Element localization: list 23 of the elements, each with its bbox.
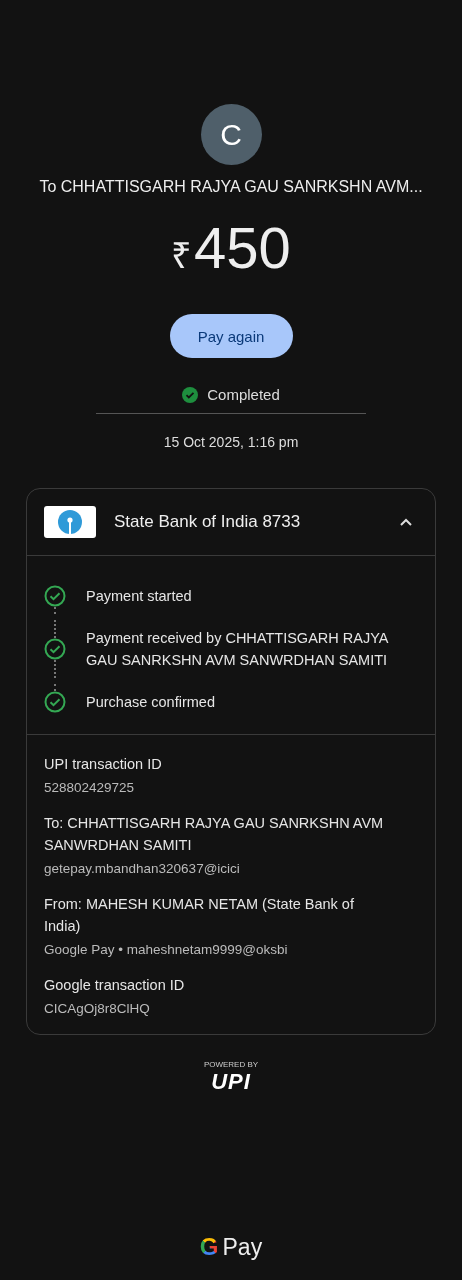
pay-again-button[interactable]: Pay again	[169, 314, 293, 358]
recipient-name: To CHHATTISGARH RAJYA GAU SANRKSHN AVM...	[39, 178, 423, 196]
chevron-icon[interactable]	[399, 517, 413, 527]
step-label: Payment received by CHHATTISGARH RAJYA GAU SANRKSHN AVM SANWRDHAN SAMITI	[86, 629, 390, 670]
bank-logo-icon	[44, 506, 96, 538]
detail-title: Google transaction ID	[44, 976, 186, 995]
step-label: Purchase confirmed	[86, 693, 216, 712]
amount: ₹450	[171, 216, 291, 282]
detail-value: 528802429725	[44, 780, 136, 795]
step-label: Payment started	[86, 587, 193, 606]
date-time: 15 Oct 2025, 1:16 pm	[163, 434, 299, 450]
status-label: Completed	[207, 386, 280, 403]
upi-logo: UPI	[211, 1071, 251, 1093]
detail-value: getepay.mbandhan320637@icici	[44, 861, 241, 876]
avatar: C	[200, 104, 262, 165]
upi-caption: POWERED BY	[203, 1061, 259, 1069]
detail-value: Google Pay • maheshnetam9999@oksbi	[44, 942, 289, 957]
detail-title: From: MAHESH KUMAR NETAM (State Bank of India)	[44, 895, 355, 936]
detail-title: UPI transaction ID	[44, 755, 163, 774]
pay-wordmark: Pay	[222, 1233, 263, 1261]
detail-title: To: CHHATTISGARH RAJYA GAU SANRKSHN AVM SANWRDHAN SAMITI	[44, 814, 385, 855]
detail-value: CICAgOj8r8ClHQ	[44, 1001, 151, 1016]
bank-account: State Bank of India 8733	[114, 512, 302, 532]
